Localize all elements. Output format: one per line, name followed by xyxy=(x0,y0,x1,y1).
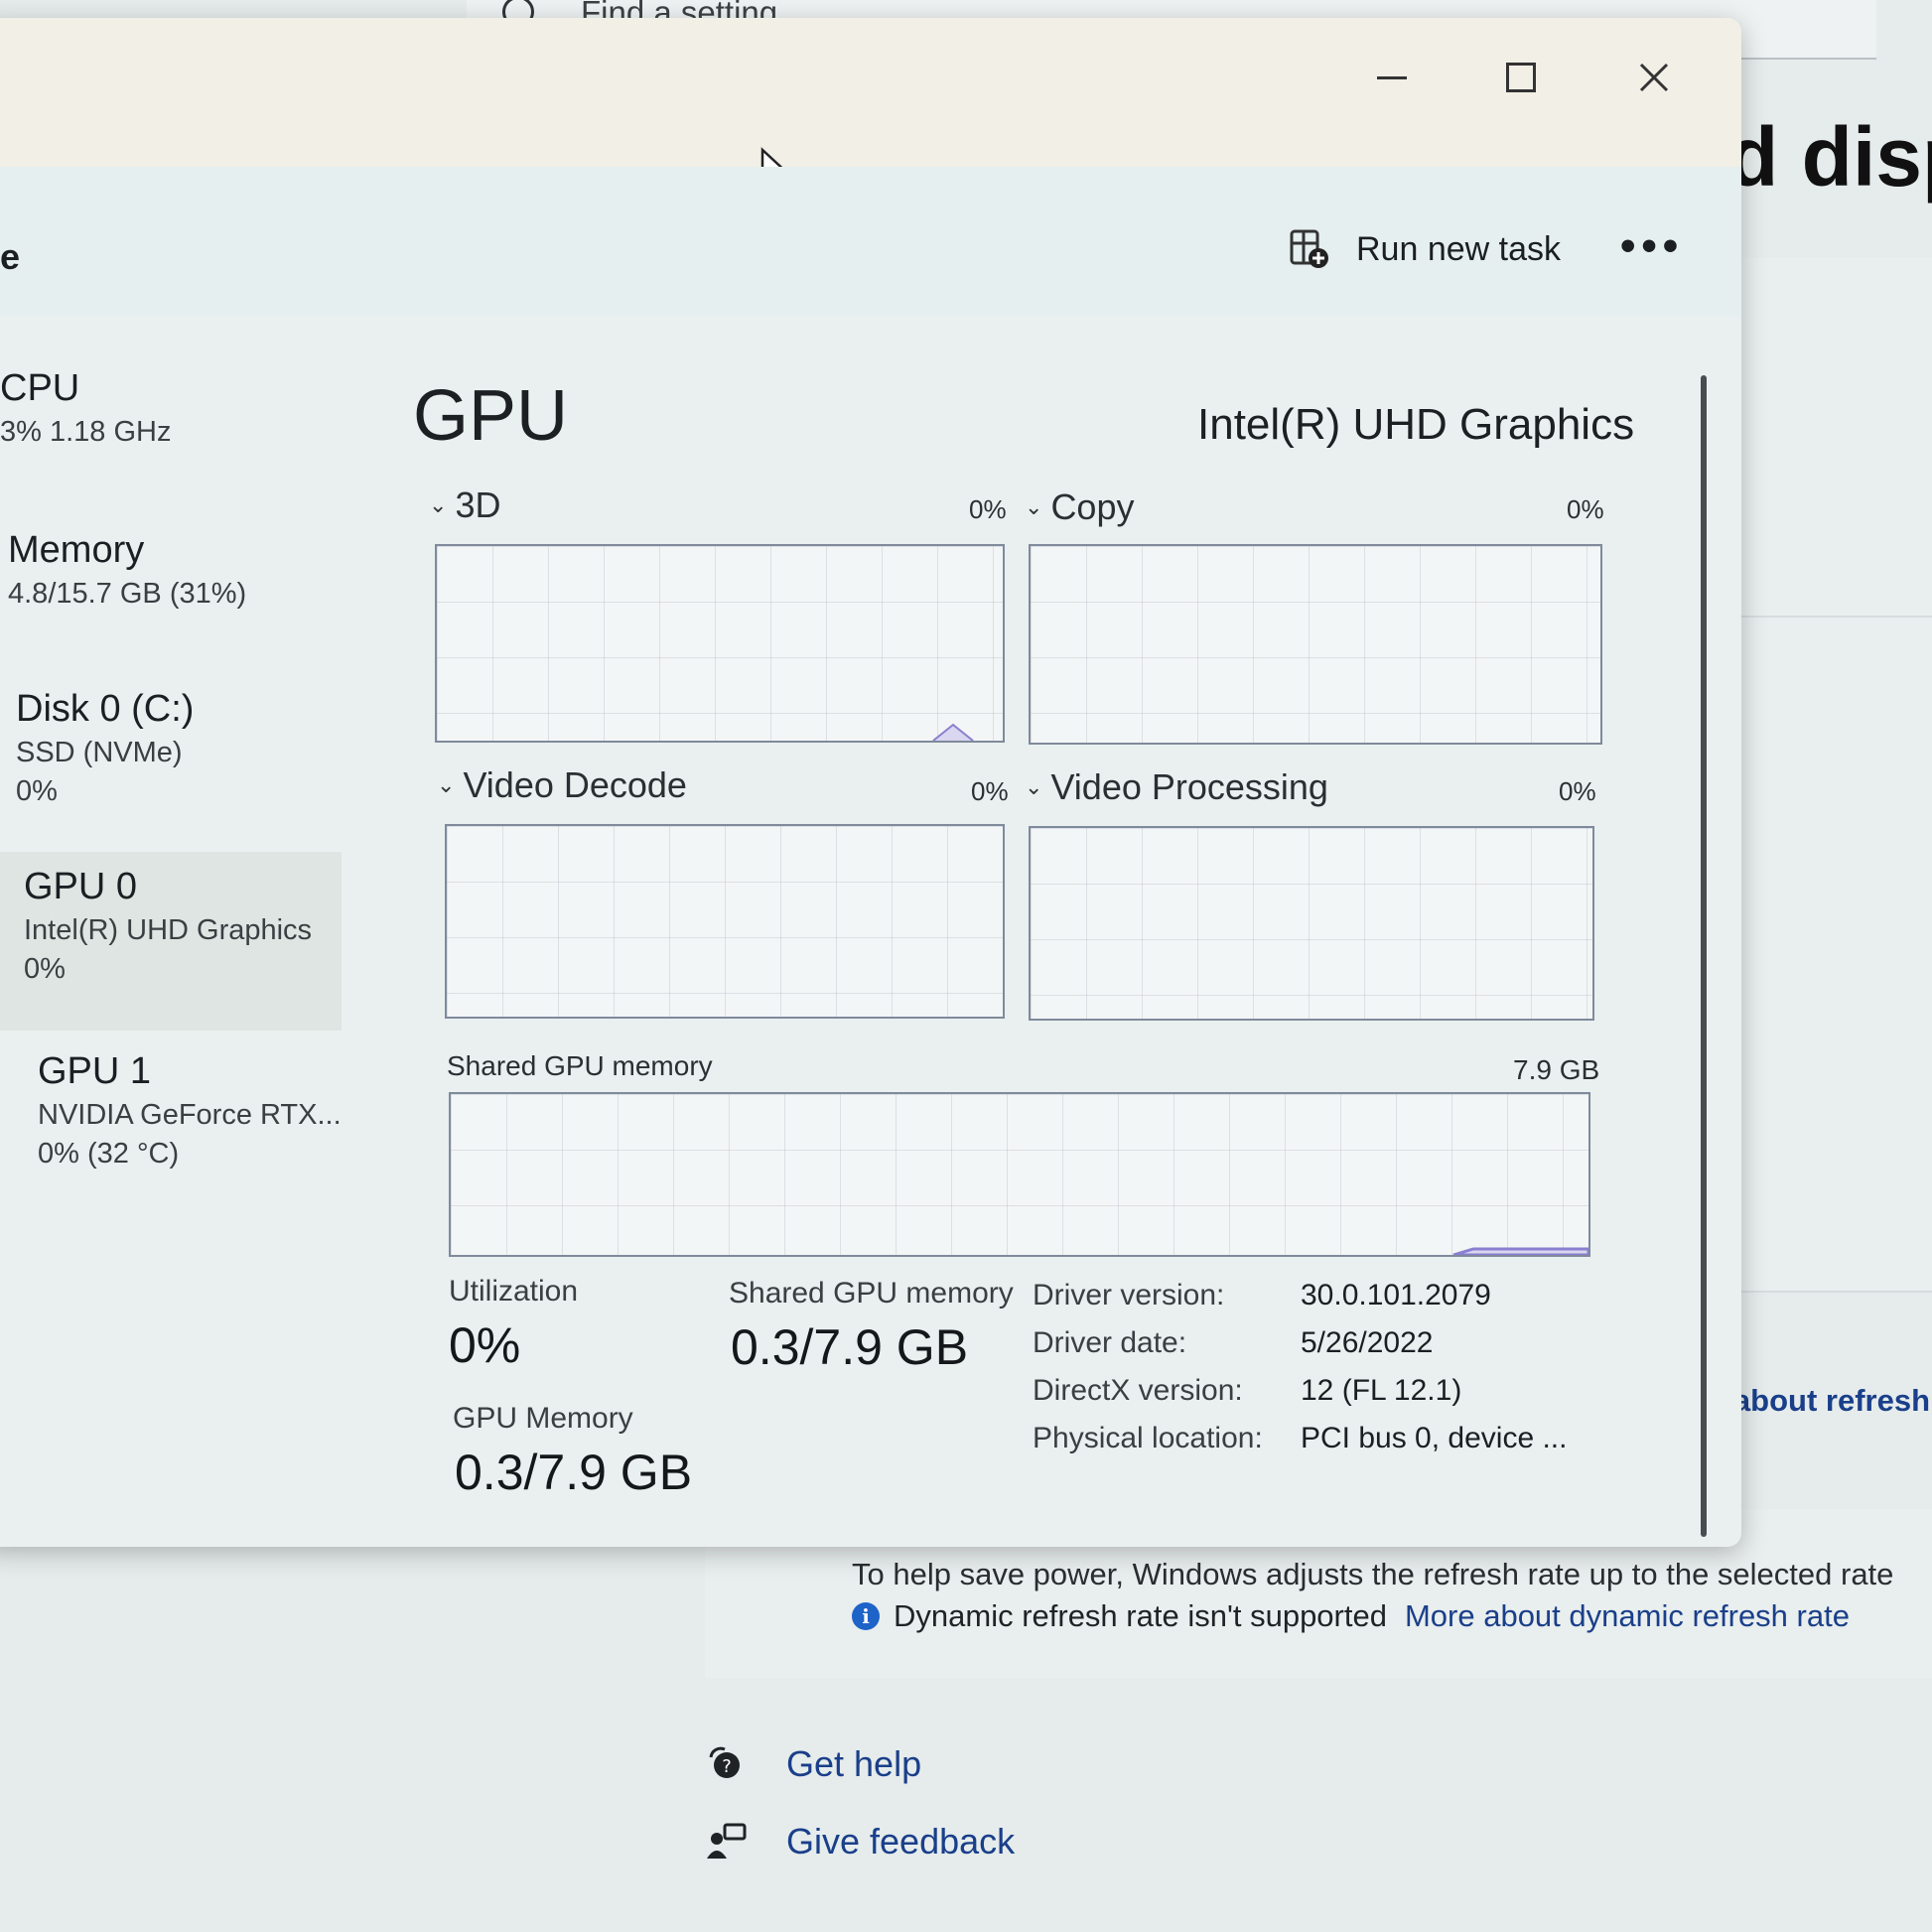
utilization-value: 0% xyxy=(449,1317,521,1373)
sidebar-item-cpu[interactable]: CPU 3% 1.18 GHz xyxy=(0,367,357,449)
shared-memory-value: 0.3/7.9 GB xyxy=(731,1319,969,1375)
graph-percent: 0% xyxy=(1567,494,1604,524)
graph-video-processing xyxy=(1029,826,1594,1021)
close-icon xyxy=(1639,63,1669,92)
graph-video-decode xyxy=(445,824,1005,1019)
graph-label: Video Decode xyxy=(463,764,687,805)
sidebar-item-detail: SSD (NVMe) xyxy=(16,737,183,768)
graph-selector-video-decode[interactable]: ⌄ Video Decode xyxy=(437,764,687,806)
maximize-icon xyxy=(1506,63,1536,92)
graph-label: 3D xyxy=(455,484,501,525)
refresh-help-text: To help save power, Windows adjusts the … xyxy=(852,1557,1894,1591)
give-feedback-link[interactable]: Give feedback xyxy=(705,1821,1015,1863)
sidebar-item-detail: 4.8/15.7 GB (31%) xyxy=(8,578,247,610)
title-bar[interactable] xyxy=(0,18,1741,193)
physical-location-label: Physical location: xyxy=(1033,1422,1263,1454)
shared-memory-label: Shared GPU memory xyxy=(729,1277,1014,1310)
sidebar-item-gpu-1[interactable]: GPU 1 NVIDIA GeForce RTX... 0% (32 °C) xyxy=(38,1050,395,1171)
graph-copy xyxy=(1029,544,1602,745)
page-title: GPU xyxy=(413,376,569,456)
sidebar-item-detail: Intel(R) UHD Graphics xyxy=(24,914,313,946)
shared-memory-graph-max: 7.9 GB xyxy=(1513,1054,1600,1085)
directx-version-label: DirectX version: xyxy=(1033,1374,1243,1407)
sidebar-item-gpu-0[interactable]: GPU 0 Intel(R) UHD Graphics 0% xyxy=(0,852,342,1031)
more-options-button[interactable]: ••• xyxy=(1620,224,1684,268)
gpu-memory-label: GPU Memory xyxy=(453,1402,633,1435)
get-help-label: Get help xyxy=(786,1743,922,1784)
run-new-task-button[interactable]: Run new task xyxy=(1289,228,1561,270)
get-help-icon: ? xyxy=(705,1743,747,1785)
graph-selector-copy[interactable]: ⌄ Copy xyxy=(1025,486,1134,528)
directx-version-value: 12 (FL 12.1) xyxy=(1301,1374,1462,1407)
svg-text:?: ? xyxy=(722,1756,732,1777)
sidebar-item-title: CPU xyxy=(0,367,80,409)
sidebar-item-usage: 0% xyxy=(16,775,58,807)
scrollbar[interactable] xyxy=(1701,375,1707,1537)
graph-label: Video Processing xyxy=(1050,766,1328,807)
settings-page-heading: d disp xyxy=(1727,110,1932,204)
driver-version-value: 30.0.101.2079 xyxy=(1301,1279,1491,1311)
graph-3d-line xyxy=(932,723,974,741)
gpu-model-name: Intel(R) UHD Graphics xyxy=(1197,400,1635,449)
graph-percent: 0% xyxy=(969,494,1007,524)
page-label-partial: e xyxy=(0,236,21,277)
info-icon: i xyxy=(852,1602,880,1630)
sidebar-item-detail: NVIDIA GeForce RTX... xyxy=(38,1099,342,1131)
give-feedback-label: Give feedback xyxy=(786,1821,1016,1862)
close-button[interactable] xyxy=(1624,48,1684,107)
gpu-memory-value: 0.3/7.9 GB xyxy=(455,1445,693,1500)
sidebar-item-usage: 0% (32 °C) xyxy=(38,1138,180,1170)
sidebar-item-title: Memory xyxy=(8,529,145,571)
task-manager-window: e Run new task ••• CPU 3% 1.18 GHz Memor… xyxy=(0,18,1741,1547)
driver-version-label: Driver version: xyxy=(1033,1279,1225,1311)
dynamic-refresh-status: Dynamic refresh rate isn't supported xyxy=(894,1598,1387,1633)
chevron-down-icon: ⌄ xyxy=(1025,494,1043,519)
shared-memory-graph-label: Shared GPU memory xyxy=(447,1050,713,1081)
chevron-down-icon: ⌄ xyxy=(429,492,448,517)
sidebar-item-memory[interactable]: Memory 4.8/15.7 GB (31%) xyxy=(8,529,365,611)
run-task-icon xyxy=(1289,228,1330,270)
graph-shared-gpu-memory xyxy=(449,1092,1590,1257)
graph-label: Copy xyxy=(1050,486,1135,527)
graph-percent: 0% xyxy=(1559,776,1596,806)
chevron-down-icon: ⌄ xyxy=(437,772,456,797)
sidebar-item-usage: 0% xyxy=(24,953,66,985)
dynamic-refresh-info: i Dynamic refresh rate isn't supported M… xyxy=(852,1598,1850,1634)
maximize-button[interactable] xyxy=(1491,48,1551,107)
graph-percent: 0% xyxy=(971,776,1009,806)
driver-date-value: 5/26/2022 xyxy=(1301,1326,1434,1359)
sidebar-item-title: Disk 0 (C:) xyxy=(16,688,195,730)
graph-3d xyxy=(435,544,1005,743)
physical-location-value: PCI bus 0, device ... xyxy=(1301,1422,1568,1454)
run-new-task-label: Run new task xyxy=(1356,229,1561,268)
driver-date-label: Driver date: xyxy=(1033,1326,1187,1359)
dynamic-refresh-link[interactable]: More about dynamic refresh rate xyxy=(1405,1598,1850,1634)
shared-memory-usage-line xyxy=(1452,1247,1588,1255)
sidebar-item-detail: 3% 1.18 GHz xyxy=(0,416,172,448)
sidebar-item-title: GPU 1 xyxy=(38,1050,152,1092)
sidebar-item-title: GPU 0 xyxy=(24,866,138,907)
utilization-label: Utilization xyxy=(449,1275,579,1308)
minimize-icon xyxy=(1377,75,1407,79)
graph-selector-video-processing[interactable]: ⌄ Video Processing xyxy=(1025,766,1328,808)
command-bar: e Run new task ••• xyxy=(0,167,1741,316)
chevron-down-icon: ⌄ xyxy=(1025,774,1043,799)
graph-selector-3d[interactable]: ⌄ 3D xyxy=(429,484,500,526)
sidebar-item-disk-0[interactable]: Disk 0 (C:) SSD (NVMe) 0% xyxy=(16,688,373,808)
feedback-icon xyxy=(705,1821,747,1863)
get-help-link[interactable]: ? Get help xyxy=(705,1743,921,1785)
minimize-button[interactable] xyxy=(1362,48,1422,107)
performance-sidebar: CPU 3% 1.18 GHz Memory 4.8/15.7 GB (31%)… xyxy=(0,316,367,1547)
